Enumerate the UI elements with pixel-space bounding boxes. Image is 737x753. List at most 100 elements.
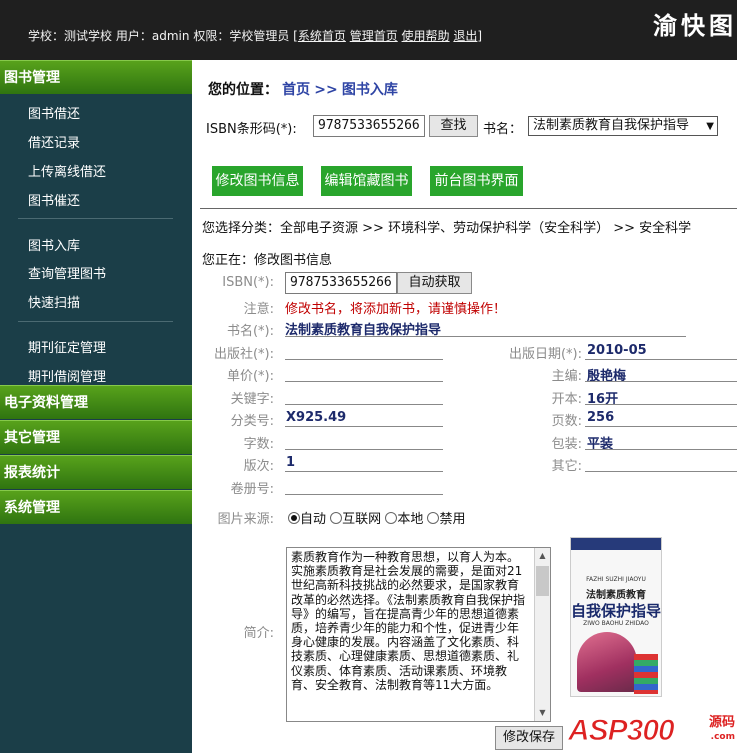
other-input[interactable] <box>585 471 737 472</box>
book-cover-image: FAZHI SUZHI JIAOYU 法制素质教育 自我保护指导 ZIWO BA… <box>570 537 662 697</box>
logout-link[interactable]: 退出 <box>453 29 477 43</box>
binding-underline <box>585 449 737 450</box>
radio-internet-label: 互联网 <box>342 512 382 527</box>
class-number-value[interactable]: X925.49 <box>286 410 346 425</box>
auto-fetch-button[interactable]: 自动获取 <box>397 272 472 294</box>
sidebar-item-borrow-records[interactable]: 借还记录 <box>28 132 80 151</box>
sidebar: 图书管理 图书借还 借还记录 上传离线借还 图书催还 图书入库 查询管理图书 快… <box>0 60 192 753</box>
warning-text: 修改书名，将添加新书，请谨慎操作！ <box>285 302 507 317</box>
sidebar-divider <box>18 321 173 322</box>
note-label: 注意: <box>243 302 274 317</box>
intro-textarea[interactable]: 素质教育作为一种教育思想，以育人为本。实施素质教育是社会发展的需要，是面对21世… <box>286 547 551 722</box>
volume-label: 卷册号: <box>230 482 274 497</box>
sidebar-item-overdue-reminder[interactable]: 图书催还 <box>28 190 80 209</box>
edition-label: 版次: <box>243 459 274 474</box>
word-count-input[interactable] <box>285 449 443 450</box>
cover-band <box>571 538 661 550</box>
price-input[interactable] <box>285 381 443 382</box>
format-underline <box>585 404 737 405</box>
isbn-label: ISBN(*): <box>222 275 274 290</box>
watermark-sub-text: .com <box>710 732 735 742</box>
image-source-radio-group: 自动 互联网 本地 禁用 <box>288 508 465 527</box>
radio-local-label: 本地 <box>397 512 424 527</box>
intro-scrollbar[interactable]: ▲ ▼ <box>534 548 550 721</box>
scroll-up-icon[interactable]: ▲ <box>535 548 550 564</box>
isbn-search-input[interactable]: 9787533655266 <box>313 115 425 137</box>
cover-pinyin-bottom: ZIWO BAOHU ZHIDAO <box>583 620 649 627</box>
breadcrumb-home-link[interactable]: 首页 <box>282 82 310 98</box>
cover-title-big: 自我保护指导 <box>571 602 662 620</box>
editor-underline <box>585 381 737 382</box>
isbn-input[interactable]: 9787533655266 <box>285 272 397 294</box>
radio-auto[interactable]: 自动 <box>288 512 326 527</box>
sidebar-section-reports[interactable]: 报表统计 <box>0 455 192 489</box>
edit-book-info-button[interactable]: 修改图书信息 <box>212 166 303 196</box>
radio-unchecked-icon <box>330 512 343 524</box>
radio-disabled-label: 禁用 <box>439 512 466 527</box>
pages-label: 页数: <box>551 414 582 429</box>
scroll-thumb[interactable] <box>536 566 549 596</box>
sidebar-item-upload-offline[interactable]: 上传离线借还 <box>28 161 106 180</box>
cover-books-illustration <box>634 654 658 694</box>
editor-label: 主编: <box>551 369 582 384</box>
image-source-label: 图片来源: <box>217 512 274 527</box>
sidebar-item-journal-borrow[interactable]: 期刊借阅管理 <box>28 366 106 385</box>
radio-unchecked-icon <box>427 512 440 524</box>
main-content: 您的位置： 首页 >> 图书入库 ISBN条形码(*): 97875336552… <box>192 60 737 753</box>
save-changes-button[interactable]: 修改保存 <box>495 726 563 750</box>
brand-logo-text: 渝快图 <box>653 11 737 40</box>
keywords-input[interactable] <box>285 404 443 405</box>
radio-internet[interactable]: 互联网 <box>330 512 381 527</box>
word-count-label: 字数: <box>243 437 274 452</box>
radio-disabled[interactable]: 禁用 <box>427 512 465 527</box>
sidebar-section-e-resources[interactable]: 电子资料管理 <box>0 385 192 419</box>
front-book-page-button[interactable]: 前台图书界面 <box>430 166 523 196</box>
breadcrumb-sep: >> <box>314 82 338 98</box>
sidebar-item-query-books[interactable]: 查询管理图书 <box>28 263 106 282</box>
binding-label: 包装: <box>551 437 582 452</box>
class-number-underline <box>285 426 443 427</box>
sidebar-item-borrow-return[interactable]: 图书借还 <box>28 103 80 122</box>
cover-pinyin-top: FAZHI SUZHI JIAOYU <box>586 576 646 583</box>
user-info-bar: 学校：测试学校 用户：admin 权限：学校管理员 [系统首页 管理首页 使用帮… <box>28 27 482 44</box>
sidebar-item-quick-scan[interactable]: 快速扫描 <box>28 292 80 311</box>
edition-value[interactable]: 1 <box>286 455 295 470</box>
category-label: 您选择分类： <box>202 221 281 236</box>
asp300-watermark-logo: ASP300 源码 .com <box>568 706 737 753</box>
pages-value[interactable]: 256 <box>587 410 614 425</box>
pubdate-value[interactable]: 2010-05 <box>587 343 647 358</box>
edit-collection-button[interactable]: 编辑馆藏图书 <box>321 166 412 196</box>
volume-input[interactable] <box>285 494 443 495</box>
school-name: 测试学校 <box>64 29 113 43</box>
section-divider <box>200 208 737 209</box>
book-title-select[interactable]: 法制素质教育自我保护指导 ▼ <box>528 116 718 136</box>
radio-unchecked-icon <box>385 512 398 524</box>
system-home-link[interactable]: 系统首页 <box>298 29 346 43</box>
scroll-down-icon[interactable]: ▼ <box>535 705 550 721</box>
sidebar-item-journal-subscription[interactable]: 期刊征定管理 <box>28 337 106 356</box>
isbn-search-label: ISBN条形码(*): <box>206 122 297 137</box>
class-number-label: 分类号: <box>230 414 274 429</box>
other-label: 其它: <box>551 459 582 474</box>
sidebar-section-other[interactable]: 其它管理 <box>0 420 192 454</box>
breadcrumb-current-link[interactable]: 图书入库 <box>342 82 398 98</box>
search-button[interactable]: 查找 <box>429 115 478 137</box>
publisher-input[interactable] <box>285 359 443 360</box>
cover-illustration <box>577 632 637 692</box>
watermark-main-text: ASP300 <box>568 714 676 748</box>
help-link[interactable]: 使用帮助 <box>402 29 450 43</box>
top-header: 学校：测试学校 用户：admin 权限：学校管理员 [系统首页 管理首页 使用帮… <box>0 0 737 60</box>
sidebar-item-book-entry[interactable]: 图书入库 <box>28 235 80 254</box>
keywords-label: 关键字: <box>230 392 274 407</box>
breadcrumb-label: 您的位置： <box>208 82 278 98</box>
publisher-label: 出版社(*): <box>213 347 274 362</box>
watermark-side-text: 源码 <box>708 715 735 730</box>
category-value: 全部电子资源 >> 环境科学、劳动保护科学（安全科学） >> 安全科学 <box>280 221 692 236</box>
intro-label: 简介: <box>243 626 274 641</box>
radio-checked-icon <box>288 512 300 524</box>
category-path: 您选择分类：全部电子资源 >> 环境科学、劳动保护科学（安全科学） >> 安全科… <box>202 217 691 236</box>
sidebar-section-books[interactable]: 图书管理 <box>0 60 192 94</box>
manage-home-link[interactable]: 管理首页 <box>350 29 398 43</box>
radio-local[interactable]: 本地 <box>385 512 423 527</box>
sidebar-section-system[interactable]: 系统管理 <box>0 490 192 524</box>
